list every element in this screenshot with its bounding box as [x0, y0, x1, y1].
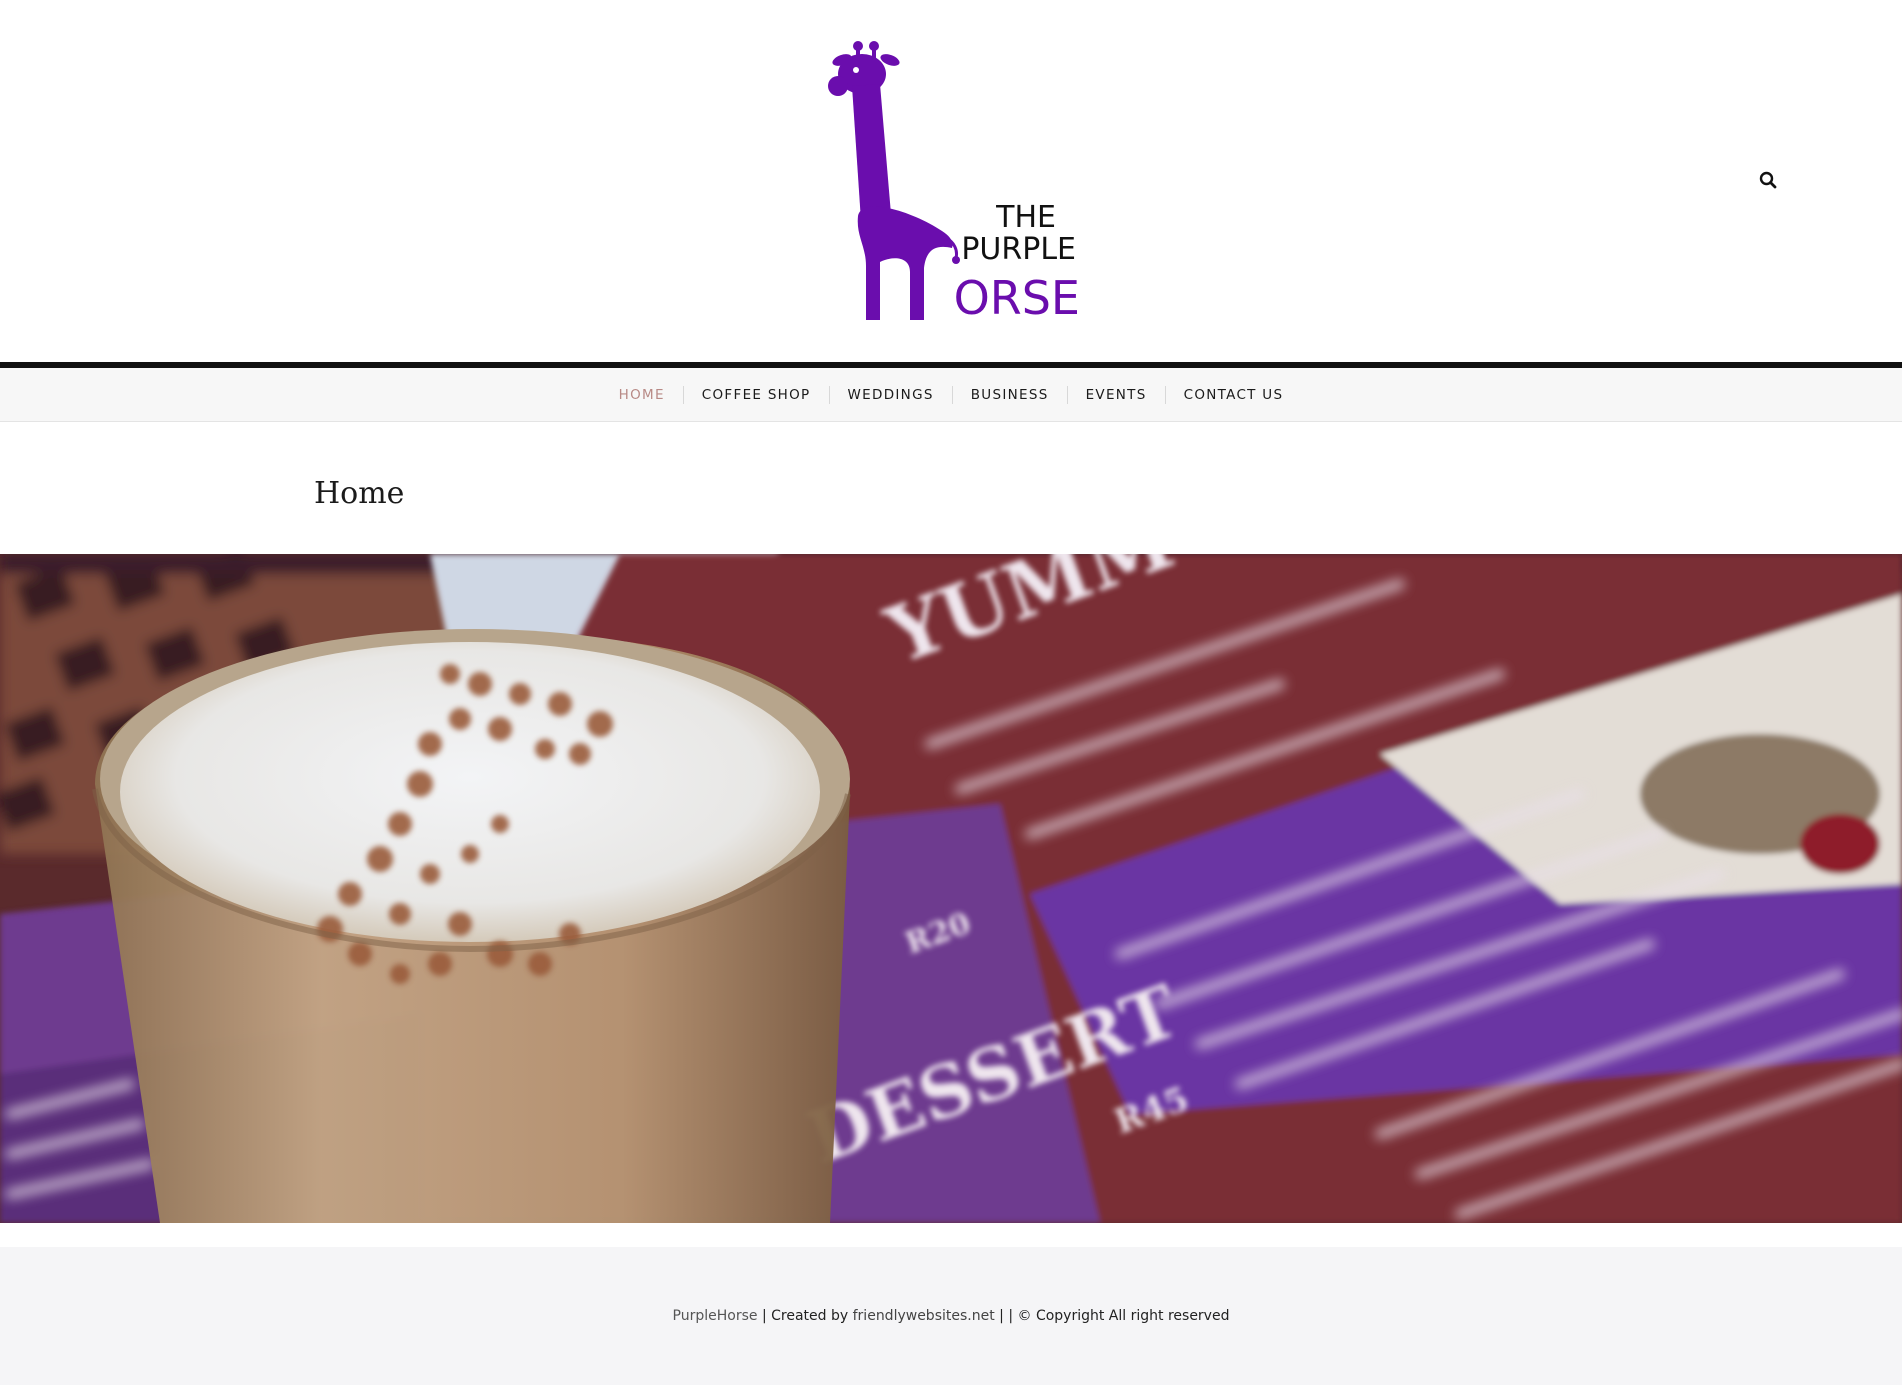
nav-link-home[interactable]: HOME: [619, 387, 665, 403]
footer-credit-link[interactable]: friendlywebsites.net: [853, 1308, 995, 1324]
footer-separator: |: [757, 1308, 772, 1324]
logo-text-orse: ORSE: [954, 271, 1080, 325]
nav-link-events[interactable]: EVENTS: [1086, 387, 1147, 403]
page-title: Home: [314, 476, 405, 511]
search-icon: [1759, 171, 1777, 189]
footer-credits: PurpleHorse | Created by friendlywebsite…: [673, 1308, 1230, 1324]
nav-link-business[interactable]: BUSINESS: [971, 387, 1049, 403]
hero-image: YUMM DESSERT R20 R45: [0, 554, 1902, 1223]
site-header: THE PURPLE ORSE: [0, 0, 1902, 362]
nav-item-contact-us: CONTACT US: [1147, 386, 1284, 404]
nav-list: HOME COFFEE SHOP WEDDINGS BUSINESS EVENT…: [619, 386, 1284, 404]
logo-text-purple: PURPLE: [961, 232, 1076, 267]
nav-link-weddings[interactable]: WEDDINGS: [848, 387, 934, 403]
site-logo[interactable]: THE PURPLE ORSE: [822, 36, 1084, 330]
footer-copyright: © Copyright All right reserved: [1017, 1308, 1230, 1324]
coffee-menu-photo: YUMM DESSERT R20 R45: [0, 554, 1902, 1223]
footer-site-name: PurpleHorse: [672, 1308, 758, 1324]
site-footer: PurpleHorse | Created by friendlywebsite…: [0, 1247, 1902, 1385]
nav-item-events: EVENTS: [1049, 386, 1147, 404]
footer-separator-2: | |: [994, 1308, 1018, 1324]
nav-link-contact-us[interactable]: CONTACT US: [1184, 387, 1284, 403]
nav-item-home: HOME: [619, 387, 665, 403]
nav-item-weddings: WEDDINGS: [811, 386, 934, 404]
search-button[interactable]: [1756, 168, 1780, 192]
page: THE PURPLE ORSE HOME COFFEE SHOP WEDDING…: [0, 0, 1902, 1385]
footer-created-by: Created by: [771, 1308, 853, 1324]
logo-text-the: THE: [995, 200, 1056, 235]
main-nav: HOME COFFEE SHOP WEDDINGS BUSINESS EVENT…: [0, 368, 1902, 422]
nav-item-coffee-shop: COFFEE SHOP: [665, 386, 811, 404]
nav-item-business: BUSINESS: [934, 386, 1049, 404]
nav-link-coffee-shop[interactable]: COFFEE SHOP: [702, 387, 811, 403]
giraffe-logo-icon: THE PURPLE ORSE: [828, 41, 1080, 325]
